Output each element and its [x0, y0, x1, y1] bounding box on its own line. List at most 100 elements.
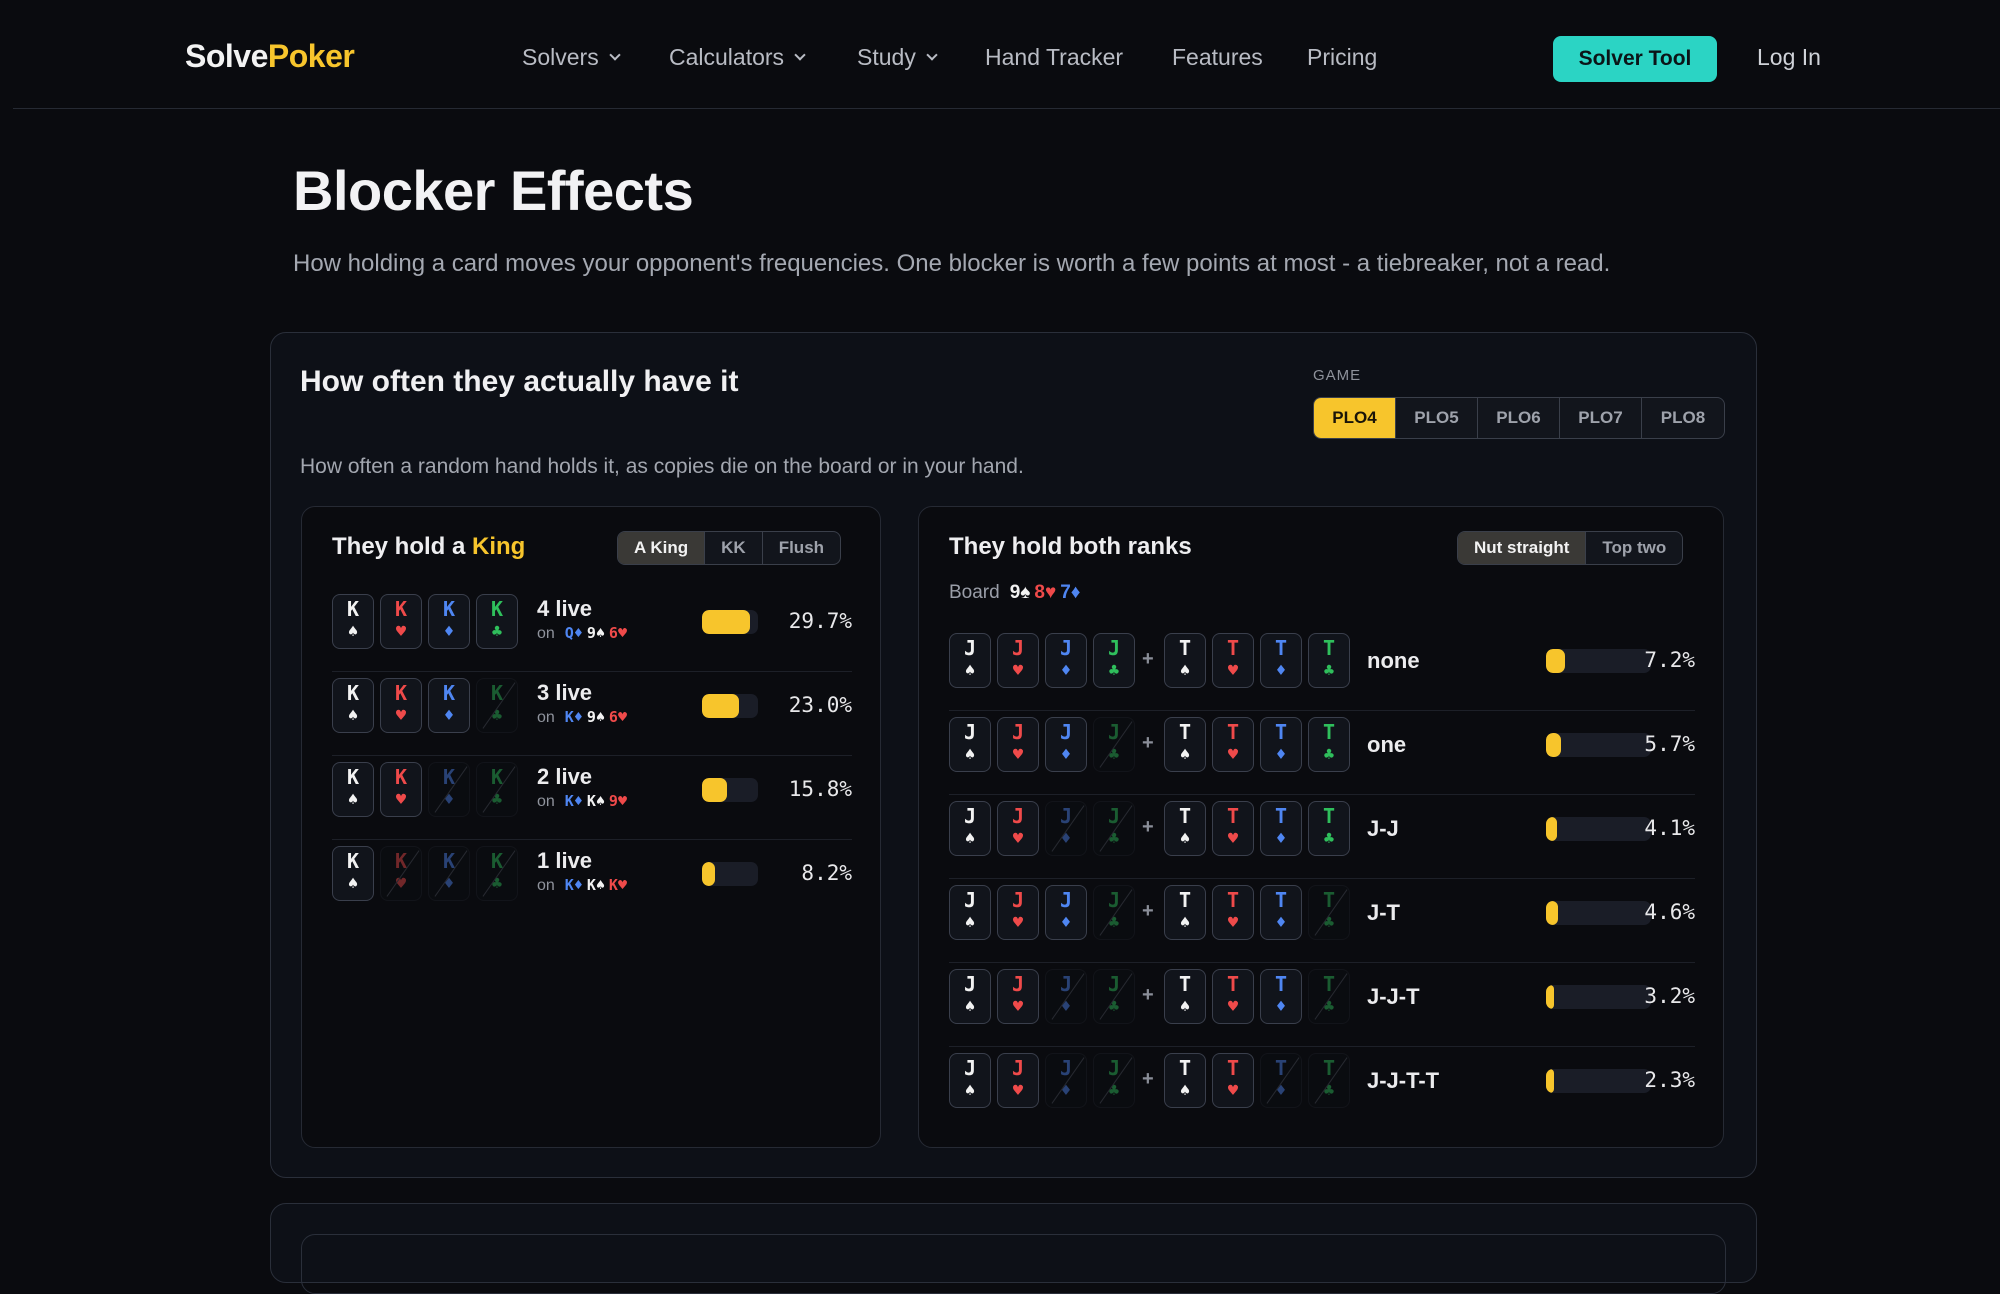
card-rank: K [490, 681, 504, 705]
card-rank: T [1178, 720, 1192, 744]
card-rank: J [1011, 720, 1025, 744]
game-tab-plo4[interactable]: PLO4 [1314, 398, 1396, 438]
spade-icon: ♠ [964, 829, 976, 849]
club-icon: ♣ [1323, 1081, 1335, 1101]
login-link[interactable]: Log In [1757, 44, 1821, 71]
spade-icon: ♠ [964, 913, 976, 933]
card-k-diamond: K ♦ [428, 846, 470, 901]
card-j-heart: J ♥ [997, 633, 1039, 688]
plus-icon: + [1142, 900, 1154, 922]
row-percent: 8.2% [801, 861, 852, 885]
solver-tool-button[interactable]: Solver Tool [1553, 36, 1717, 82]
card-j-heart: J ♥ [997, 717, 1039, 772]
card-rank: T [1178, 972, 1192, 996]
card-t-spade: T ♠ [1164, 885, 1206, 940]
king-tab-kk[interactable]: KK [705, 532, 763, 564]
game-tab-plo6[interactable]: PLO6 [1478, 398, 1560, 438]
nav-features[interactable]: Features [1172, 44, 1263, 71]
heart-icon: ♥ [1012, 997, 1024, 1017]
card-rank: J [1059, 1056, 1073, 1080]
card-rank: T [1178, 804, 1192, 828]
chevron-down-icon [609, 48, 621, 61]
card-rank: T [1322, 888, 1336, 912]
card-rank: T [1274, 804, 1288, 828]
row-label: J-T [1367, 900, 1400, 925]
card-k-club: K ♣ [476, 762, 518, 817]
club-icon: ♣ [1108, 997, 1120, 1017]
card-t-diamond: T ♦ [1260, 633, 1302, 688]
card-rank: K [490, 765, 504, 789]
card-t-diamond: T ♦ [1260, 969, 1302, 1024]
king-tab-flush[interactable]: Flush [763, 532, 840, 564]
card-rank: T [1226, 888, 1240, 912]
heart-icon: ♥ [1012, 913, 1024, 933]
club-icon: ♣ [1323, 745, 1335, 765]
frequency-fill [1546, 817, 1557, 841]
row-label: one [1367, 732, 1407, 757]
heart-icon: ♥ [1227, 913, 1239, 933]
card-rank: J [1107, 888, 1121, 912]
nav-solvers[interactable]: Solvers [522, 44, 621, 71]
spade-icon: ♠ [964, 1081, 976, 1101]
card-rank: K [442, 597, 456, 621]
card-k-spade: K ♠ [332, 678, 374, 733]
card-rank: J [963, 1056, 977, 1080]
row-label: J-J-T-T [1367, 1068, 1440, 1093]
row-percent: 23.0% [788, 693, 852, 717]
spade-icon: ♠ [1179, 745, 1191, 765]
frequency-panel: How often they actually have it GAME PLO… [270, 332, 1757, 1178]
card-rank: K [346, 597, 360, 621]
ranks-tab-top-two[interactable]: Top two [1586, 532, 1682, 564]
game-selector: PLO4 PLO5 PLO6 PLO7 PLO8 [1313, 397, 1725, 439]
card-rank: K [490, 597, 504, 621]
page-title: Blocker Effects [293, 159, 694, 222]
nav-calculators[interactable]: Calculators [669, 44, 806, 71]
card-j-spade: J ♠ [949, 969, 991, 1024]
panel-description: How often a random hand holds it, as cop… [300, 455, 1024, 478]
card-t-heart: T ♥ [1212, 717, 1254, 772]
nav-hand-tracker[interactable]: Hand Tracker [985, 44, 1123, 71]
club-icon: ♣ [1108, 745, 1120, 765]
king-blocker-card: They hold a King A King KK Flush K ♠ K ♥ K ♦ K ♣ 4… [301, 506, 881, 1148]
board-card: K♦ [564, 708, 583, 726]
nav-study[interactable]: Study [857, 44, 938, 71]
game-tab-plo5[interactable]: PLO5 [1396, 398, 1478, 438]
king-tab-a-king[interactable]: A King [618, 532, 706, 564]
card-rank: T [1274, 636, 1288, 660]
card-k-club: K ♣ [476, 594, 518, 649]
card-k-heart: K ♥ [380, 678, 422, 733]
club-icon: ♣ [1108, 661, 1120, 681]
row-percent: 7.2% [1644, 648, 1695, 672]
card-rank: K [442, 765, 456, 789]
game-tab-plo8[interactable]: PLO8 [1642, 398, 1724, 438]
card-rank: T [1274, 720, 1288, 744]
row-percent: 4.1% [1644, 816, 1695, 840]
spade-icon: ♠ [1179, 661, 1191, 681]
card-t-spade: T ♠ [1164, 801, 1206, 856]
card-j-diamond: J ♦ [1045, 1053, 1087, 1108]
heart-icon: ♥ [1227, 829, 1239, 849]
card-t-diamond: T ♦ [1260, 717, 1302, 772]
row-label: J-J-T [1367, 984, 1420, 1009]
plus-icon: + [1142, 816, 1154, 838]
card-rank: J [1011, 888, 1025, 912]
ranks-tab-nut-straight[interactable]: Nut straight [1458, 532, 1587, 564]
logo[interactable]: SolvePoker [185, 38, 355, 75]
spade-icon: ♠ [347, 874, 359, 894]
card-rank: T [1178, 636, 1192, 660]
spade-icon: ♠ [347, 622, 359, 642]
card-j-club: J ♣ [1093, 1053, 1135, 1108]
board-card: K♥ [608, 876, 627, 894]
row-label: 4 live [537, 596, 593, 621]
card-t-club: T ♣ [1308, 801, 1350, 856]
frequency-fill [1546, 733, 1561, 757]
card-rank: T [1178, 1056, 1192, 1080]
nav-pricing[interactable]: Pricing [1307, 44, 1377, 71]
club-icon: ♣ [491, 706, 503, 726]
card-j-spade: J ♠ [949, 801, 991, 856]
diamond-icon: ♦ [443, 874, 455, 894]
game-tab-plo7[interactable]: PLO7 [1560, 398, 1642, 438]
card-rank: J [1107, 636, 1121, 660]
chevron-down-icon [926, 48, 938, 61]
card-rank: T [1178, 888, 1192, 912]
